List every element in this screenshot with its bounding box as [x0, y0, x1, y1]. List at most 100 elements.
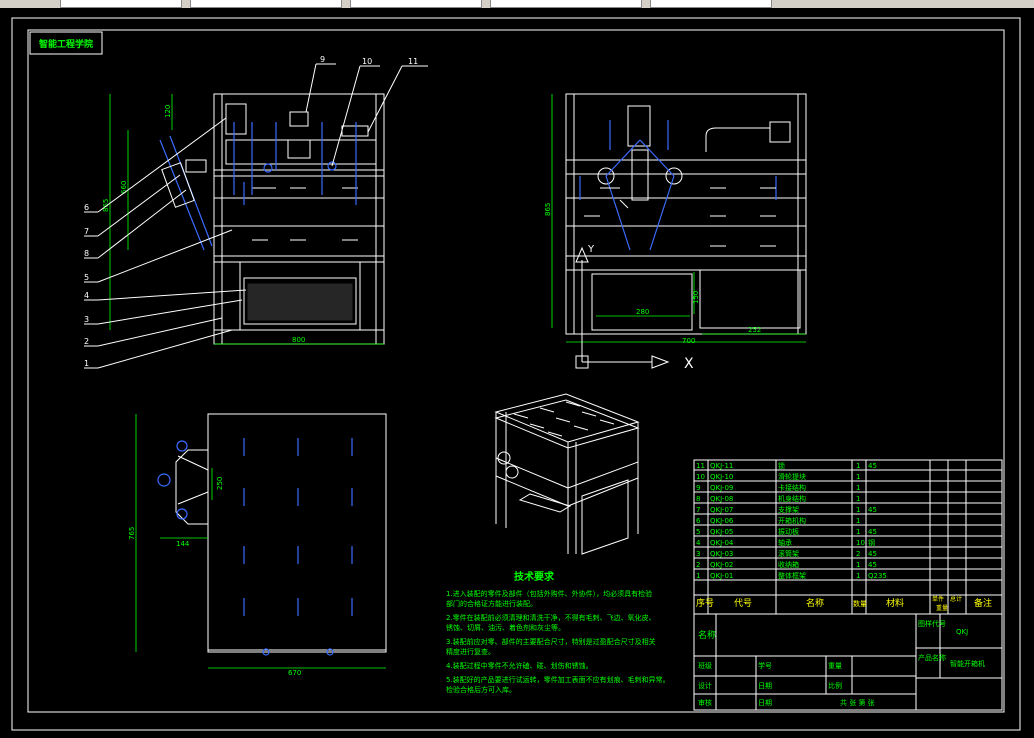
svg-text:45: 45: [868, 550, 877, 558]
svg-text:45: 45: [868, 561, 877, 569]
tech-req-line: 部门的合格证方能进行装配。: [446, 599, 537, 608]
svg-text:45: 45: [868, 462, 877, 470]
school-label: 智能工程学院: [39, 38, 93, 50]
callout-10: 10: [362, 57, 372, 66]
drawing-canvas[interactable]: 智能工程学院 865 660 120 800 9 10 11 6 7 8 5 4…: [0, 8, 1034, 738]
svg-text:1: 1: [856, 572, 860, 580]
svg-text:2: 2: [856, 550, 860, 558]
isometric-view: [494, 393, 640, 555]
dim-side-r: 252: [748, 326, 761, 334]
toolbar-field[interactable]: [650, 0, 772, 8]
svg-text:10: 10: [856, 539, 865, 547]
svg-text:总计: 总计: [950, 595, 962, 603]
svg-text:45: 45: [868, 528, 877, 536]
svg-text:1: 1: [856, 462, 860, 470]
svg-text:Q235: Q235: [868, 572, 887, 580]
svg-text:滑轮提块: 滑轮提块: [778, 472, 806, 481]
svg-text:QKJ-06: QKJ-06: [710, 517, 734, 525]
svg-text:单件: 单件: [932, 595, 944, 603]
toolbar-field[interactable]: [60, 0, 182, 8]
svg-text:4: 4: [696, 539, 701, 547]
svg-text:QKJ-11: QKJ-11: [710, 462, 733, 470]
dim-front-h: 865: [102, 199, 110, 212]
dim-side-low: 150: [692, 291, 700, 304]
svg-text:QKJ-01: QKJ-01: [710, 572, 733, 580]
svg-text:7: 7: [696, 506, 700, 514]
svg-text:班级: 班级: [698, 661, 712, 670]
dim-top-h: 765: [128, 527, 136, 540]
callout-1: 1: [84, 359, 89, 368]
svg-text:重量: 重量: [936, 604, 948, 612]
svg-text:收纳箱: 收纳箱: [778, 560, 799, 569]
svg-text:2: 2: [696, 561, 700, 569]
svg-text:智能开箱机: 智能开箱机: [950, 659, 985, 668]
dim-front-h2: 660: [120, 181, 128, 194]
callout-9: 9: [320, 55, 325, 64]
bom-table: 11 QKJ-11 锁 1 45 10 QKJ-10 滑轮提块 1 9 QKJ-09 卡接结构 1 …: [693, 459, 1003, 711]
svg-text:45: 45: [868, 506, 877, 514]
svg-text:振动板: 振动板: [778, 527, 799, 536]
svg-text:1: 1: [856, 473, 860, 481]
tech-req-line: 2.零件在装配前必须清理和清洗干净，不得有毛刺、飞边、氧化皮、: [446, 613, 656, 622]
dim-top-m: 250: [216, 477, 224, 490]
svg-text:滚筒架: 滚筒架: [778, 549, 799, 558]
svg-text:学号: 学号: [758, 661, 772, 670]
callout-8: 8: [84, 249, 89, 258]
tech-req-heading: 技术要求: [514, 570, 555, 583]
svg-text:QKJ-02: QKJ-02: [710, 561, 733, 569]
dim-top-w: 670: [288, 669, 301, 677]
callout-6: 6: [84, 203, 89, 212]
toolbar-field[interactable]: [350, 0, 482, 8]
svg-text:重量: 重量: [828, 662, 842, 670]
svg-text:卡接结构: 卡接结构: [778, 483, 806, 492]
dim-side-h: 865: [544, 203, 552, 216]
tech-req-line: 锈蚀、切屑、油污、着色剂和灰尘等。: [446, 623, 565, 632]
inner-border: [27, 29, 1005, 713]
dim-side-in: 280: [636, 308, 649, 316]
svg-text:QKJ-04: QKJ-04: [710, 539, 734, 547]
svg-text:比例: 比例: [828, 681, 842, 690]
svg-text:钢: 钢: [868, 538, 875, 547]
svg-text:QKJ-05: QKJ-05: [710, 528, 733, 536]
svg-text:整体框架: 整体框架: [778, 571, 806, 580]
callout-3: 3: [84, 315, 89, 324]
svg-text:1: 1: [856, 528, 860, 536]
svg-text:开箱机构: 开箱机构: [778, 516, 806, 525]
tech-req-line: 检验合格后方可入库。: [446, 685, 516, 694]
svg-text:10: 10: [696, 473, 705, 481]
svg-text:9: 9: [696, 484, 700, 492]
svg-text:5: 5: [696, 528, 700, 536]
callout-11: 11: [408, 57, 418, 66]
svg-text:图样代号: 图样代号: [918, 619, 946, 628]
svg-text:日期: 日期: [758, 699, 772, 707]
callout-5: 5: [84, 273, 89, 282]
svg-text:审核: 审核: [698, 698, 712, 707]
tech-req-line: 4.装配过程中零件不允许磕、碰、划伤和锈蚀。: [446, 661, 593, 670]
ucs-y: Y: [587, 244, 595, 255]
tech-req-line: 精度进行复查。: [446, 647, 495, 656]
svg-text:QKJ-03: QKJ-03: [710, 550, 733, 558]
bom-rows: 11 QKJ-11 锁 1 45 10 QKJ-10 滑轮提块 1 9 QKJ-09 卡接结构 1 …: [696, 461, 887, 580]
svg-text:共 张 第 张: 共 张 第 张: [840, 698, 875, 707]
svg-text:名称: 名称: [806, 597, 824, 609]
toolbar-field[interactable]: [490, 0, 642, 8]
callout-2: 2: [84, 337, 89, 346]
svg-text:1: 1: [856, 495, 860, 503]
svg-text:6: 6: [696, 517, 701, 525]
tech-requirements: 技术要求 1.进入装配的零件及部件（包括外购件、外协件），均必须具有检验 部门的…: [446, 570, 670, 694]
svg-text:备注: 备注: [974, 597, 992, 609]
svg-text:3: 3: [696, 550, 700, 558]
svg-text:数量: 数量: [853, 599, 867, 608]
svg-text:材料: 材料: [886, 597, 904, 609]
svg-text:1: 1: [856, 517, 860, 525]
tech-req-line: 3.装配前应对零、部件的主要配合尺寸，特别是过盈配合尺寸及相关: [446, 637, 656, 646]
svg-text:QKJ-09: QKJ-09: [710, 484, 733, 492]
svg-text:QKJ-08: QKJ-08: [710, 495, 733, 503]
dim-front-w: 800: [292, 336, 305, 344]
svg-text:代号: 代号: [734, 598, 752, 609]
top-view: 765 250 144 670: [128, 413, 387, 677]
toolbar-field[interactable]: [190, 0, 342, 8]
tech-req-line: 5.装配好的产品要进行试运转，零件加工表面不应有划痕、毛刺和异常。: [446, 675, 670, 684]
svg-text:1: 1: [856, 506, 860, 514]
svg-text:日期: 日期: [758, 682, 772, 690]
